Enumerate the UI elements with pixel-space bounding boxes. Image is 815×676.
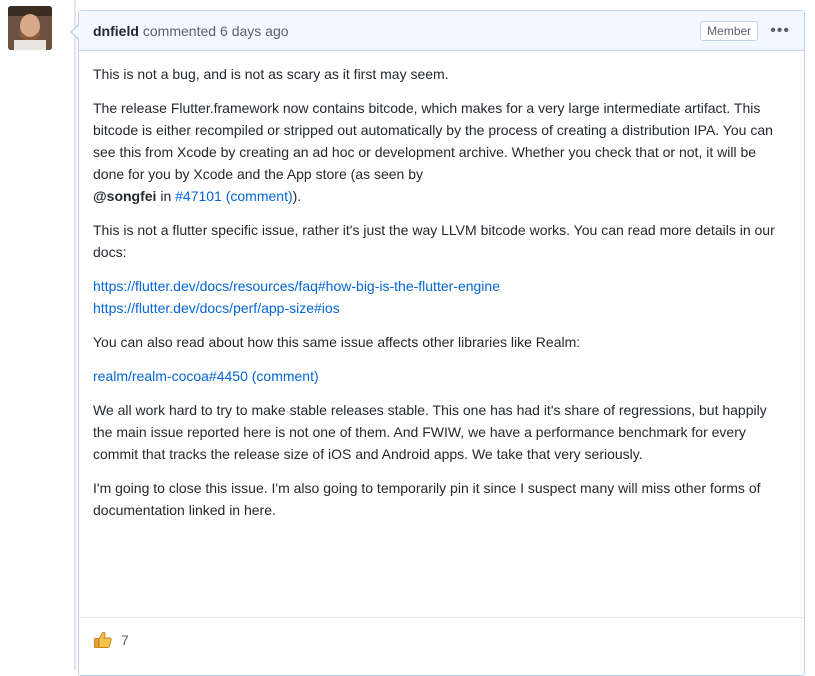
realm-issue-link[interactable]: realm/realm-cocoa#4450 (comment)	[93, 368, 319, 384]
realm-link-paragraph: realm/realm-cocoa#4450 (comment)	[93, 365, 790, 387]
reaction-count: 7	[121, 632, 129, 648]
paragraph: This is not a bug, and is not as scary a…	[93, 66, 449, 82]
issue-comment-link[interactable]: #47101 (comment)	[175, 188, 293, 204]
comment-timestamp[interactable]: 6 days ago	[220, 23, 289, 39]
paragraph: You can also read about how this same is…	[93, 334, 581, 350]
paragraph: This is not a flutter specific issue, ra…	[93, 222, 775, 260]
thumbs-up-reaction[interactable]: 7	[93, 630, 129, 650]
comment-body: This is not a bug, and is not as scary a…	[79, 51, 804, 521]
user-mention[interactable]: @songfei	[93, 188, 156, 204]
comment-header: dnfield commented 6 days ago Member •••	[79, 11, 804, 51]
faq-link[interactable]: https://flutter.dev/docs/resources/faq#h…	[93, 278, 500, 294]
reactions-bar: 7	[79, 617, 804, 662]
avatar-image	[8, 6, 52, 50]
paragraph-text: The release Flutter.framework now contai…	[93, 100, 773, 182]
comment-action: commented	[142, 22, 217, 39]
paragraph-text: ).	[292, 188, 302, 204]
paragraph: I'm going to close this issue. I'm also …	[93, 480, 761, 518]
app-size-link[interactable]: https://flutter.dev/docs/perf/app-size#i…	[93, 300, 340, 316]
author-link[interactable]: dnfield	[93, 23, 139, 39]
thumbs-up-icon	[94, 631, 112, 648]
paragraph: We all work hard to try to make stable r…	[93, 402, 767, 462]
comment-box: dnfield commented 6 days ago Member ••• …	[70, 10, 805, 676]
paragraph-text: in	[156, 188, 176, 204]
comment-arrow-inner	[72, 24, 80, 40]
member-badge: Member	[700, 20, 759, 41]
paragraph-bitcode: The release Flutter.framework now contai…	[93, 97, 790, 207]
docs-links: https://flutter.dev/docs/resources/faq#h…	[93, 275, 790, 319]
avatar[interactable]	[8, 6, 52, 50]
timeline-line	[74, 0, 76, 670]
kebab-icon[interactable]: •••	[770, 22, 790, 40]
